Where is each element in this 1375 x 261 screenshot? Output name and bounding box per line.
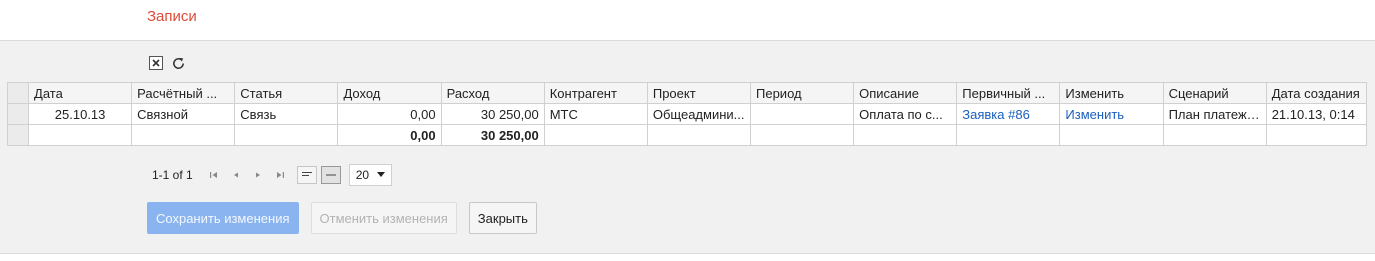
pager-range: 1-1 of 1 [152, 168, 193, 182]
totals-cell [1265, 124, 1368, 146]
cell-period[interactable] [749, 103, 855, 125]
cell-expense[interactable]: 30 250,00 [440, 103, 545, 125]
column-header[interactable]: Период [749, 82, 855, 104]
cell-account[interactable]: Связной [131, 103, 236, 125]
cell-income[interactable]: 0,00 [337, 103, 442, 125]
cell-scenario[interactable]: План платежей [1162, 103, 1267, 125]
total-expense: 30 250,00 [440, 124, 545, 146]
action-buttons: Сохранить изменения Отменить изменения З… [147, 202, 537, 234]
cell-article[interactable]: Связь [234, 103, 339, 125]
save-changes-button[interactable]: Сохранить изменения [147, 202, 299, 234]
page-size-value: 20 [355, 168, 370, 182]
cell-description[interactable]: Оплата по с... [853, 103, 958, 125]
column-header[interactable]: Дата создания [1265, 82, 1368, 104]
column-header[interactable]: Описание [853, 82, 958, 104]
totals-cell [234, 124, 339, 146]
column-header[interactable]: Проект [646, 82, 752, 104]
grid-toolbar [148, 54, 186, 72]
first-page-icon[interactable] [208, 169, 220, 181]
column-header[interactable]: Изменить [1059, 82, 1164, 104]
edit-link[interactable]: Изменить [1059, 103, 1164, 125]
refresh-icon[interactable] [170, 55, 186, 71]
total-income: 0,00 [337, 124, 442, 146]
row-selector[interactable] [6, 103, 30, 125]
records-panel: Дата Расчётный ... Статья Доход Расход К… [0, 40, 1375, 254]
totals-cell [28, 124, 133, 146]
row-selector [6, 124, 30, 146]
next-page-icon[interactable] [252, 169, 264, 181]
totals-cell [749, 124, 855, 146]
totals-cell [543, 124, 648, 146]
close-button[interactable]: Закрыть [468, 202, 537, 234]
totals-cell [1059, 124, 1164, 146]
row-selector-header[interactable] [6, 82, 30, 104]
totals-row: 0,00 30 250,00 [6, 124, 1368, 146]
previous-page-icon[interactable] [230, 169, 242, 181]
table-row[interactable]: 25.10.13 Связной Связь 0,00 30 250,00 МТ… [6, 103, 1368, 125]
records-table: Дата Расчётный ... Статья Доход Расход К… [6, 82, 1368, 146]
column-header[interactable]: Дата [28, 82, 133, 104]
column-header[interactable]: Расчётный ... [131, 82, 236, 104]
page-size-select[interactable]: 20 [348, 164, 393, 186]
column-header[interactable]: Сценарий [1162, 82, 1267, 104]
primary-document-link[interactable]: Заявка #86 [956, 103, 1061, 125]
column-header[interactable]: Доход [337, 82, 442, 104]
column-header[interactable]: Контрагент [543, 82, 648, 104]
pagination: 1-1 of 1 20 [152, 164, 393, 186]
totals-cell [1162, 124, 1267, 146]
cell-project[interactable]: Общеадмини... [646, 103, 752, 125]
cancel-changes-button[interactable]: Отменить изменения [310, 202, 457, 234]
last-page-icon[interactable] [274, 169, 286, 181]
cell-date[interactable]: 25.10.13 [28, 103, 133, 125]
table-header-row: Дата Расчётный ... Статья Доход Расход К… [6, 82, 1368, 104]
column-header[interactable]: Статья [234, 82, 339, 104]
totals-cell [956, 124, 1061, 146]
expanded-view-icon[interactable] [320, 166, 341, 184]
column-header[interactable]: Расход [440, 82, 545, 104]
compact-view-icon[interactable] [296, 166, 317, 184]
column-header[interactable]: Первичный ... [956, 82, 1061, 104]
totals-cell [646, 124, 752, 146]
page-title: Записи [147, 8, 197, 25]
dropdown-arrow-icon [377, 172, 386, 177]
cell-created[interactable]: 21.10.13, 0:14 [1265, 103, 1368, 125]
totals-cell [131, 124, 236, 146]
cell-counterparty[interactable]: МТС [543, 103, 648, 125]
excel-export-icon[interactable] [148, 55, 164, 71]
totals-cell [853, 124, 958, 146]
